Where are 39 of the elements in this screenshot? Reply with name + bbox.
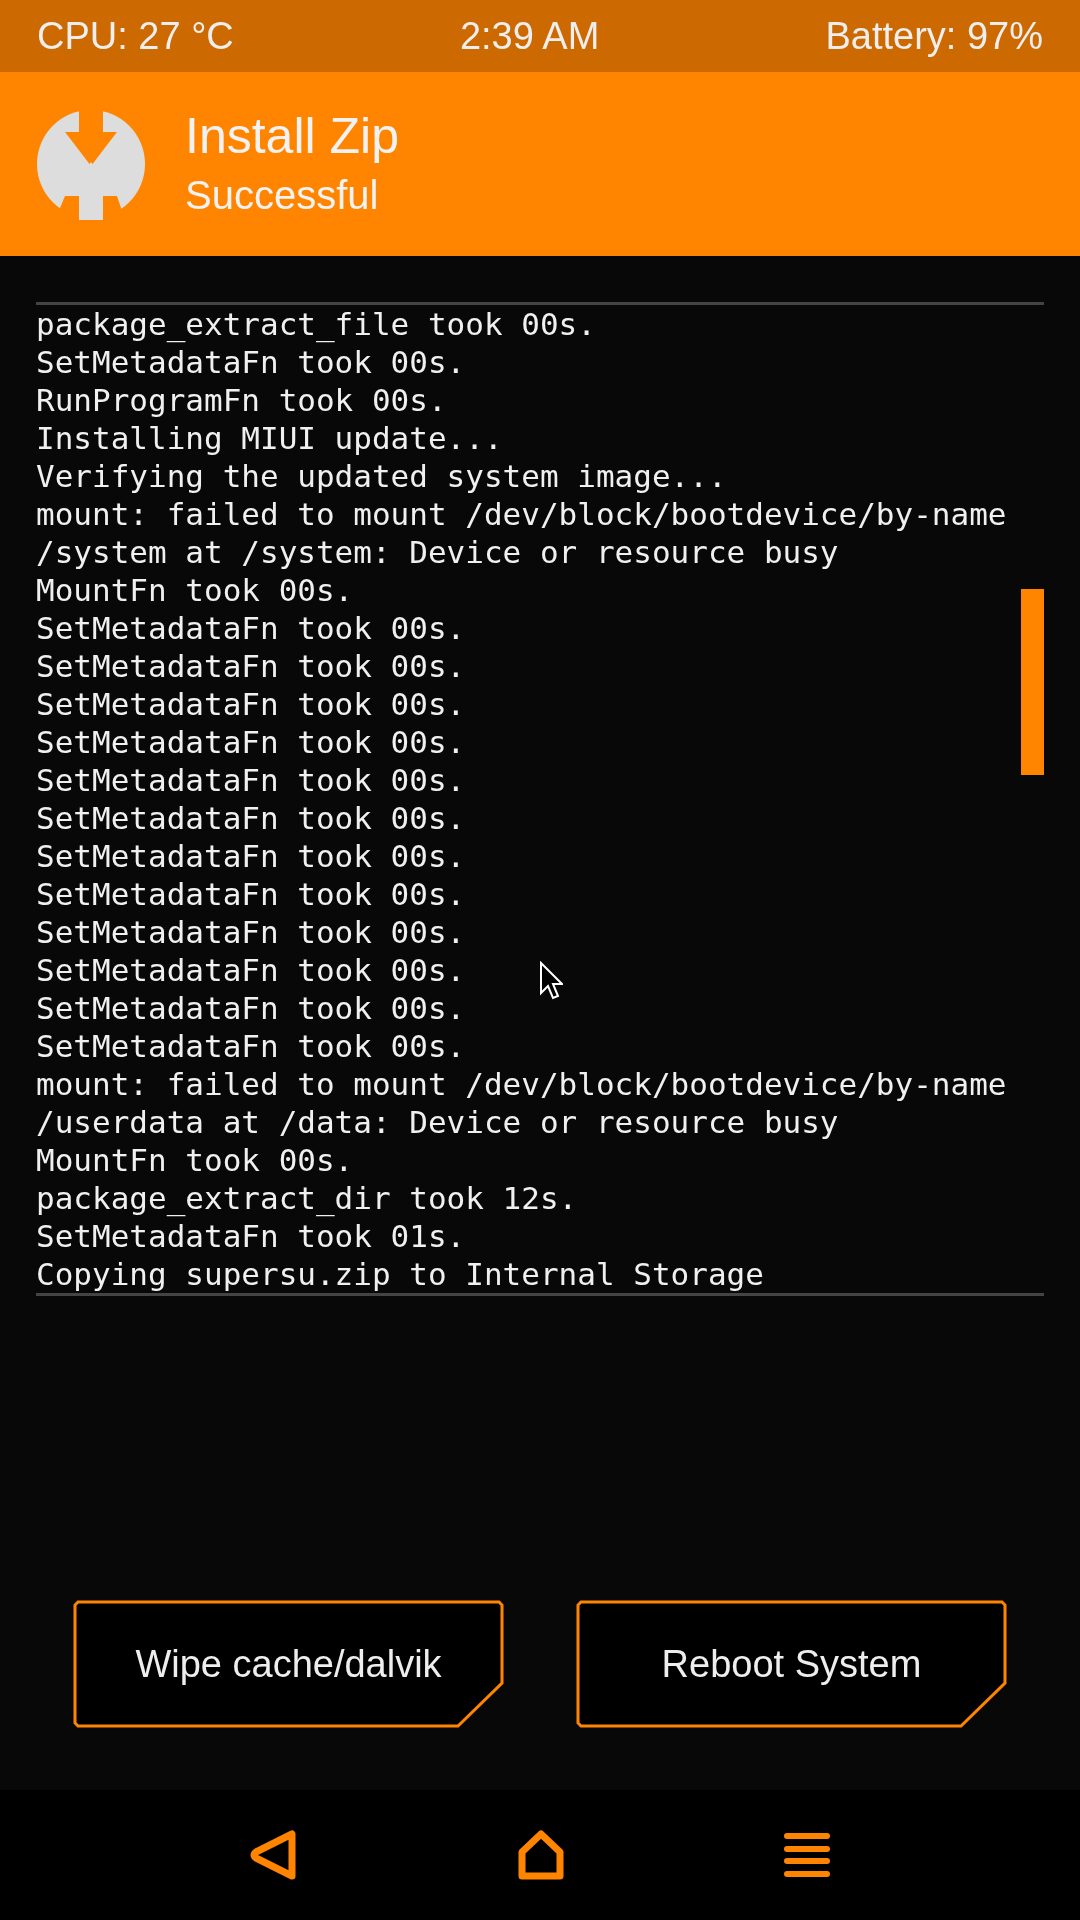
screen-title: Install Zip [185,107,399,166]
logo-icon [35,108,147,220]
log-line: /userdata at /data: Device or resource busy [36,1103,839,1141]
log-line: RunProgramFn took 00s. [36,381,447,419]
battery-level: Battery: 97% [825,13,1043,59]
cpu-temperature: CPU: 27 °C [37,13,234,59]
log-line: MountFn took 00s. [36,1141,354,1179]
scrollbar[interactable] [1021,589,1044,775]
log-line: Installing MIUI update... [36,419,503,457]
log-line: /system at /system: Device or resource busy [36,533,839,571]
log-line: SetMetadataFn took 00s. [36,647,466,685]
log-line: SetMetadataFn took 00s. [36,951,466,989]
log-line: SetMetadataFn took 00s. [36,913,466,951]
log-line: SetMetadataFn took 00s. [36,989,466,1027]
log-line: SetMetadataFn took 00s. [36,875,466,913]
log-line: mount: failed to mount /dev/block/bootdevice/by-name [36,495,1007,533]
log-line: SetMetadataFn took 00s. [36,723,466,761]
cursor-icon [539,961,563,1001]
home-icon[interactable] [517,1830,565,1880]
log-line: SetMetadataFn took 00s. [36,799,466,837]
log-line: SetMetadataFn took 00s. [36,837,466,875]
back-icon[interactable] [249,1830,298,1880]
log-line: SetMetadataFn took 00s. [36,685,466,723]
log-line: Copying supersu.zip to Internal Storage [36,1255,764,1293]
log-line: mount: failed to mount /dev/block/bootdevice/by-name [36,1065,1007,1103]
log-line: SetMetadataFn took 00s. [36,609,466,647]
log-line: package_extract_dir took 12s. [36,1179,578,1217]
menu-icon[interactable] [784,1833,831,1877]
log-line: Verifying the updated system image... [36,457,727,495]
screen-subtitle: Successful [185,172,380,219]
log-line: MountFn took 00s. [36,571,354,609]
log-line: SetMetadataFn took 00s. [36,1027,466,1065]
action-button[interactable]: Reboot System [576,1600,1007,1728]
log-line: SetMetadataFn took 00s. [36,761,466,799]
log-line: SetMetadataFn took 00s. [36,343,466,381]
action-button[interactable]: Wipe cache/dalvik [73,1600,504,1728]
log-line: SetMetadataFn took 01s. [36,1217,466,1255]
clock: 2:39 AM [459,13,600,59]
log-line: package_extract_file took 00s. [36,305,596,343]
